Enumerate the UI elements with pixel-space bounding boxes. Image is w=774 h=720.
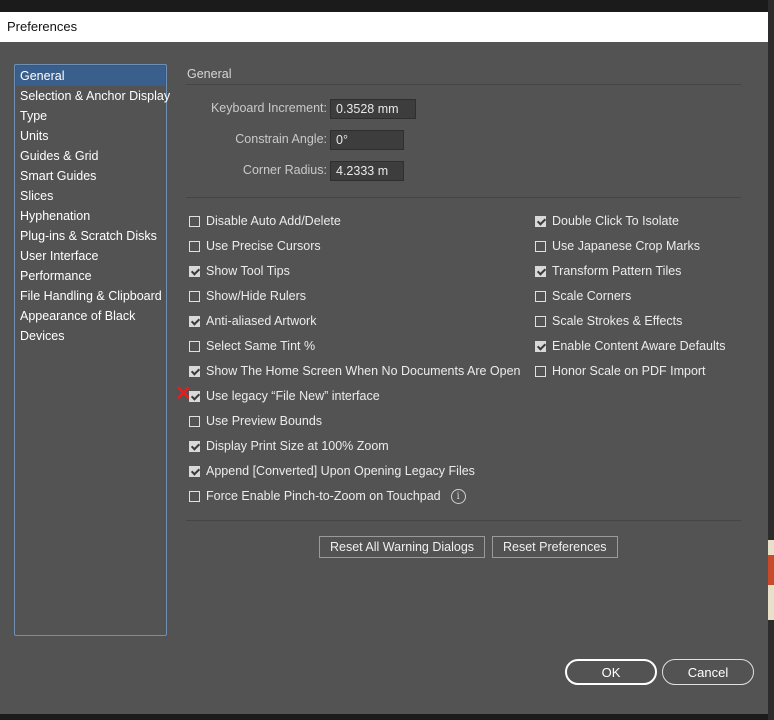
checkbox-checked[interactable] <box>189 315 200 327</box>
option-label: Use legacy “File New” interface <box>206 389 380 403</box>
sidebar-item-file-handling-clipboard[interactable]: File Handling & Clipboard <box>15 286 166 306</box>
option-display-print-size[interactable]: Display Print Size at 100% Zoom <box>189 436 389 456</box>
sidebar-item-appearance-of-black[interactable]: Appearance of Black <box>15 306 166 326</box>
sidebar-item-hyphenation[interactable]: Hyphenation <box>15 206 166 226</box>
checkbox-unchecked[interactable] <box>189 490 200 502</box>
option-label: Select Same Tint % <box>206 339 316 353</box>
option-label: Enable Content Aware Defaults <box>552 339 726 353</box>
option-label: Double Click To Isolate <box>552 214 679 228</box>
checkbox-checked[interactable] <box>535 265 546 277</box>
cancel-button[interactable]: Cancel <box>662 659 754 685</box>
option-show-home-screen[interactable]: Show The Home Screen When No Documents A… <box>189 361 521 381</box>
sidebar-item-units[interactable]: Units <box>15 126 166 146</box>
option-transform-pattern-tiles[interactable]: Transform Pattern Tiles <box>535 261 681 281</box>
sidebar-item-smart-guides[interactable]: Smart Guides <box>15 166 166 186</box>
option-label: Scale Strokes & Effects <box>552 314 683 328</box>
option-japanese-crop-marks[interactable]: Use Japanese Crop Marks <box>535 236 700 256</box>
checkbox-checked[interactable] <box>535 215 546 227</box>
checkbox-unchecked[interactable] <box>189 240 200 252</box>
corner-radius-label: Corner Radius: <box>242 163 327 177</box>
reset-all-warning-dialogs-button[interactable]: Reset All Warning Dialogs <box>319 536 486 558</box>
sidebar-item-devices[interactable]: Devices <box>15 326 166 346</box>
option-label: Scale Corners <box>552 289 632 303</box>
option-disable-auto-add-delete[interactable]: Disable Auto Add/Delete <box>189 211 341 231</box>
checkbox-checked[interactable] <box>535 340 546 352</box>
checkbox-checked[interactable] <box>189 265 200 277</box>
checkbox-checked[interactable] <box>189 390 200 402</box>
info-icon[interactable]: i <box>450 488 466 504</box>
checkbox-unchecked[interactable] <box>189 215 200 227</box>
preferences-dialog: Preferences General Selection & Anchor D… <box>0 12 768 714</box>
option-label: Use Japanese Crop Marks <box>552 239 700 253</box>
background-artwork-accent <box>768 555 774 585</box>
option-show-tool-tips[interactable]: Show Tool Tips <box>189 261 290 281</box>
checkbox-unchecked[interactable] <box>189 415 200 427</box>
option-label: Show/Hide Rulers <box>206 289 307 303</box>
checkbox-unchecked[interactable] <box>535 240 546 252</box>
option-scale-strokes-effects[interactable]: Scale Strokes & Effects <box>535 311 682 331</box>
option-label: Display Print Size at 100% Zoom <box>206 439 389 453</box>
sidebar-item-slices[interactable]: Slices <box>15 186 166 206</box>
option-label: Anti-aliased Artwork <box>206 314 317 328</box>
divider <box>186 520 741 521</box>
section-title: General <box>187 67 232 81</box>
preferences-category-list[interactable]: General Selection & Anchor Display Type … <box>14 64 170 636</box>
sidebar-item-type[interactable]: Type <box>15 106 166 126</box>
general-settings-panel: General Keyboard Increment: Constrain An… <box>175 42 768 714</box>
option-label: Show The Home Screen When No Documents A… <box>206 364 521 378</box>
divider <box>186 197 741 198</box>
divider <box>186 84 741 85</box>
checkbox-unchecked[interactable] <box>535 315 546 327</box>
option-label: Disable Auto Add/Delete <box>206 214 341 228</box>
option-label: Use Preview Bounds <box>206 414 323 428</box>
constrain-angle-input[interactable] <box>330 130 404 150</box>
option-use-preview-bounds[interactable]: Use Preview Bounds <box>189 411 322 431</box>
option-label: Transform Pattern Tiles <box>552 264 682 278</box>
option-label: Append [Converted] Upon Opening Legacy F… <box>206 464 475 478</box>
option-double-click-to-isolate[interactable]: Double Click To Isolate <box>535 211 679 231</box>
option-label: Show Tool Tips <box>206 264 290 278</box>
checkbox-unchecked[interactable] <box>535 290 546 302</box>
option-honor-scale-pdf-import[interactable]: Honor Scale on PDF Import <box>535 361 706 381</box>
option-label: Honor Scale on PDF Import <box>552 364 706 378</box>
sidebar-item-guides-grid[interactable]: Guides & Grid <box>15 146 166 166</box>
ok-button[interactable]: OK <box>565 659 657 685</box>
option-show-hide-rulers[interactable]: Show/Hide Rulers <box>189 286 306 306</box>
option-use-precise-cursors[interactable]: Use Precise Cursors <box>189 236 321 256</box>
option-scale-corners[interactable]: Scale Corners <box>535 286 631 306</box>
keyboard-increment-input[interactable] <box>330 99 416 119</box>
option-force-pinch-to-zoom[interactable]: Force Enable Pinch-to-Zoom on Touchpad i <box>189 486 466 506</box>
checkbox-checked[interactable] <box>189 440 200 452</box>
option-select-same-tint[interactable]: Select Same Tint % <box>189 336 315 356</box>
window-title: Preferences <box>0 12 768 42</box>
checkbox-checked[interactable] <box>189 365 200 377</box>
option-label: Force Enable Pinch-to-Zoom on Touchpad <box>206 489 441 503</box>
checkbox-checked[interactable] <box>189 465 200 477</box>
option-label: Use Precise Cursors <box>206 239 321 253</box>
checkbox-unchecked[interactable] <box>535 365 546 377</box>
corner-radius-input[interactable] <box>330 161 404 181</box>
sidebar-item-general[interactable]: General <box>16 66 165 86</box>
constrain-angle-label: Constrain Angle: <box>235 132 327 146</box>
option-anti-aliased-artwork[interactable]: Anti-aliased Artwork <box>189 311 316 331</box>
option-append-converted[interactable]: Append [Converted] Upon Opening Legacy F… <box>189 461 475 481</box>
sidebar-item-selection-anchor-display[interactable]: Selection & Anchor Display <box>15 86 170 106</box>
option-content-aware-defaults[interactable]: Enable Content Aware Defaults <box>535 336 726 356</box>
sidebar-item-plugins-scratch-disks[interactable]: Plug-ins & Scratch Disks <box>15 226 166 246</box>
option-use-legacy-file-new[interactable]: ✕ Use legacy “File New” interface <box>175 384 380 406</box>
keyboard-increment-label: Keyboard Increment: <box>210 101 327 115</box>
checkbox-unchecked[interactable] <box>189 290 200 302</box>
reset-preferences-button[interactable]: Reset Preferences <box>492 536 618 558</box>
sidebar-item-performance[interactable]: Performance <box>15 266 166 286</box>
checkbox-unchecked[interactable] <box>189 340 200 352</box>
sidebar-item-user-interface[interactable]: User Interface <box>15 246 166 266</box>
